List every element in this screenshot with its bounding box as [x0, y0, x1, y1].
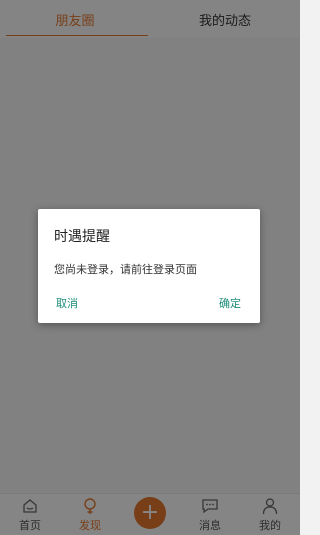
- dialog-message: 您尚未登录，请前往登录页面: [54, 263, 197, 276]
- login-reminder-dialog: 时遇提醒 您尚未登录，请前往登录页面 取消 确定: [38, 209, 260, 323]
- confirm-button[interactable]: 确定: [219, 295, 241, 311]
- dialog-title: 时遇提醒: [54, 229, 110, 245]
- cancel-button[interactable]: 取消: [56, 295, 78, 311]
